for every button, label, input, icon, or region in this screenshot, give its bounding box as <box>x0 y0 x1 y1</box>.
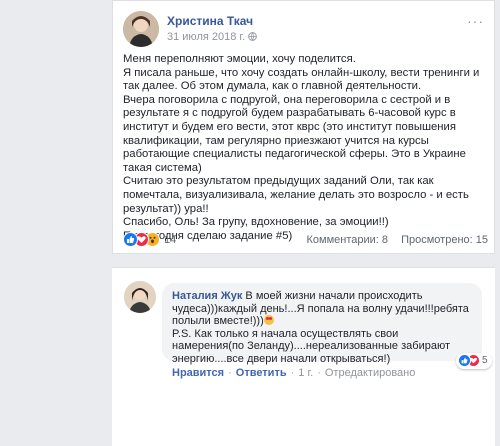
heart-eyes-emoji-icon <box>263 315 274 326</box>
post-paragraph: Спасибо, Оль! За групу, вдохновение, за … <box>123 216 389 229</box>
comment-actions: Нравится · Ответить · 1 г. · Отредактировано <box>172 367 415 379</box>
views-count[interactable]: Просмотрено: 15 <box>401 234 488 246</box>
comments-count-link[interactable]: Комментарии: 8 <box>307 234 389 246</box>
separator-dot: · <box>228 367 232 379</box>
reactions-count: 14 <box>164 234 177 246</box>
author-avatar[interactable] <box>123 11 159 47</box>
comment-reactions[interactable]: 5 <box>456 353 492 369</box>
post-date-text[interactable]: 31 июля 2018 г. <box>167 31 245 43</box>
separator-dot: · <box>290 367 295 379</box>
comment-text-line2: P.S. Как только я начала осуществлять св… <box>172 327 450 365</box>
like-comment-button[interactable]: Нравится <box>172 367 224 379</box>
post-paragraph: Вчера поговорила с подругой, она перегов… <box>123 93 466 174</box>
comment-bubble: Наталия Жук В моей жизни начали происход… <box>162 283 492 369</box>
more-options-icon[interactable]: ··· <box>467 13 484 29</box>
post-paragraph: Считаю это результатом предыдущих задани… <box>123 175 469 215</box>
comment-text-line1: Наталия Жук В моей жизни начали происход… <box>172 290 472 328</box>
like-reaction-icon <box>458 354 471 367</box>
comment-reactions-count: 5 <box>482 355 488 366</box>
comment-time[interactable]: 1 г. <box>298 367 313 379</box>
post-paragraph: Меня переполняют эмоции, хочу поделится. <box>123 53 356 65</box>
post-footer: 14 Комментарии: 8 Просмотрено: 15 <box>123 232 488 248</box>
post-body: Меня переполняют эмоции, хочу поделится.… <box>123 53 491 243</box>
post-card: Христина Ткач 31 июля 2018 г. ··· Меня п… <box>112 0 495 254</box>
reply-comment-button[interactable]: Ответить <box>236 367 287 379</box>
globe-icon <box>248 32 257 41</box>
separator-dot: · <box>317 367 321 379</box>
comment-edited-label[interactable]: Отредактировано <box>325 367 416 379</box>
commenter-avatar[interactable] <box>124 281 156 313</box>
comment-card: Наталия Жук В моей жизни начали происход… <box>112 267 495 446</box>
post-date[interactable]: 31 июля 2018 г. <box>167 31 257 43</box>
commenter-name[interactable]: Наталия Жук <box>172 290 242 302</box>
post-paragraph: Я писала раньше, что хочу создать онлайн… <box>123 66 480 93</box>
like-reaction-icon <box>123 232 138 247</box>
author-name[interactable]: Христина Ткач <box>167 14 253 28</box>
post-stats: Комментарии: 8 Просмотрено: 15 <box>307 234 488 246</box>
